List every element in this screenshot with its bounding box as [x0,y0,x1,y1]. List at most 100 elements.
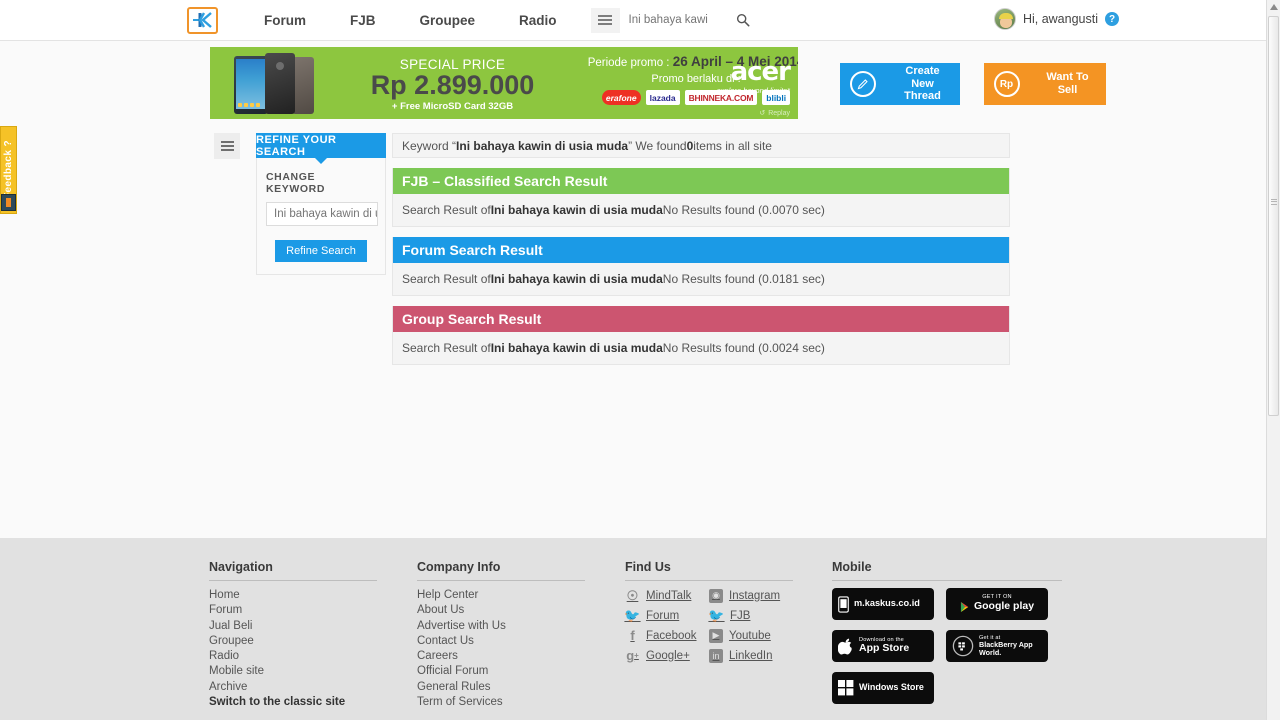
mindtalk-icon: ☉ [626,587,639,603]
group-section-title: Group Search Result [393,306,1009,332]
brand-erafone: erafone [601,90,641,105]
social-link-twitter-forum[interactable]: 🐦 Forum [624,607,709,623]
feedback-tab-label: Feedback ? [3,140,14,200]
social-label-instagram: Instagram [729,589,781,602]
footer-findus-title: Find Us [625,560,671,574]
kaskus-logo[interactable] [187,6,218,34]
taskbar-icon[interactable] [1,194,16,211]
want-to-sell-button[interactable]: Rp Want To Sell [984,63,1106,105]
nav-item-forum[interactable]: Forum [242,13,328,28]
refine-search-button[interactable]: Refine Search [275,240,367,262]
keyword-summary-bar: Keyword “Ini bahaya kawin di usia muda” … [392,133,1010,158]
user-greeting: Hi, awangusti [1022,12,1098,26]
social-link-instagram[interactable]: ◉ Instagram [709,588,793,603]
apple-icon [838,637,854,655]
acer-promo-banner[interactable]: SPECIAL PRICE Rp 2.899.000 + Free MicroS… [210,47,798,119]
social-label-linkedin: LinkedIn [729,649,773,662]
change-keyword-input[interactable] [266,202,378,226]
youtube-icon: ▶ [709,628,723,643]
footer-link-archive[interactable]: Archive [209,680,377,695]
forum-section-title: Forum Search Result [393,237,1009,263]
blackberry-label: BlackBerry App World. [979,640,1033,657]
divider [417,580,585,581]
social-link-twitter-fjb[interactable]: 🐦 FJB [708,607,793,623]
mobile-site-badge[interactable]: m.kaskus.co.id [832,588,934,620]
footer-link-advertise[interactable]: Advertise with Us [417,619,585,634]
windows-store-label: Windows Store [859,682,924,693]
forum-body-suffix: No Results found (0.0181 sec) [662,272,825,286]
footer-link-official-forum[interactable]: Official Forum [417,664,585,679]
keyword-prefix: Keyword “ [402,138,457,153]
banner-replay-button[interactable]: ↺ Replay [717,109,790,118]
app-store-badge[interactable]: Download on the App Store [832,630,934,662]
footer-mobile-column: Mobile m.kaskus.co.id GET IT ON Google p… [832,560,1062,704]
fjb-section-body: Search Result of Ini bahaya kawin di usi… [393,194,1009,226]
twitter-icon: 🐦 [708,607,725,623]
group-result-section: Group Search Result Search Result of Ini… [392,306,1010,365]
forum-body-prefix: Search Result of [402,272,491,286]
footer-link-help-center[interactable]: Help Center [417,588,585,603]
footer-link-jual-beli[interactable]: Jual Beli [209,619,377,634]
keyword-suffix: items in all site [693,138,772,153]
nav-item-fjb[interactable]: FJB [328,13,398,28]
replay-label: Replay [768,109,790,117]
google-play-label: Google play [973,600,1035,613]
divider [625,580,793,581]
instagram-icon: ◉ [709,588,723,603]
nav-item-groupee[interactable]: Groupee [398,13,498,28]
footer-link-classic-site[interactable]: Switch to the classic site [209,695,377,710]
social-link-linkedin[interactable]: in LinkedIn [709,648,793,663]
google-play-icon [960,601,969,612]
social-link-youtube[interactable]: ▶ Youtube [709,628,793,643]
footer-link-forum[interactable]: Forum [209,603,377,618]
mobile-phone-icon [838,595,849,613]
social-label-youtube: Youtube [729,629,771,642]
acer-logo-block: acer explore beyond limits* ↺ Replay [717,59,791,118]
windows-store-badge[interactable]: Windows Store [832,672,934,704]
fjb-body-keyword: Ini bahaya kawin di usia muda [490,203,663,217]
social-label-facebook: Facebook [646,629,697,642]
keyword-middle: ” We found [628,138,687,153]
google-play-badge[interactable]: GET IT ON Google play [946,588,1048,620]
group-body-prefix: Search Result of [402,341,491,355]
mobile-site-label: m.kaskus.co.id [854,598,920,609]
group-section-body: Search Result of Ini bahaya kawin di usi… [393,332,1009,364]
search-input[interactable] [619,7,731,33]
category-menu-icon[interactable] [590,7,620,33]
twitter-icon: 🐦 [624,607,641,623]
create-new-thread-label: Create New Thread [885,63,960,105]
help-icon[interactable]: ? [1105,12,1119,26]
nav-item-radio[interactable]: Radio [497,13,579,28]
social-label-fjb: FJB [730,609,751,622]
avatar [993,8,1016,30]
pencil-icon [840,63,885,105]
footer-navigation-title: Navigation [209,560,273,574]
sidebar-toggle-icon[interactable] [214,133,240,159]
social-link-googleplus[interactable]: g + Google+ [625,648,709,663]
rupiah-icon: Rp [984,63,1029,105]
social-link-facebook[interactable]: f Facebook [625,628,709,643]
blackberry-badge[interactable]: Get it at BlackBerry App World. [946,630,1048,662]
create-new-thread-button[interactable]: Create New Thread [840,63,960,105]
footer-link-contact-us[interactable]: Contact Us [417,634,585,649]
footer-link-about-us[interactable]: About Us [417,603,585,618]
footer-company-column: Company Info Help Center About Us Advert… [417,560,585,710]
footer-link-mobile-site[interactable]: Mobile site [209,664,377,679]
forum-section-body: Search Result of Ini bahaya kawin di usi… [393,263,1009,295]
user-menu[interactable]: Hi, awangusti ? [993,8,1119,30]
divider [832,580,1062,581]
footer-link-home[interactable]: Home [209,588,377,603]
scroll-up-arrow-icon[interactable] [1267,0,1280,14]
footer-link-careers[interactable]: Careers [417,649,585,664]
scrollbar-thumb[interactable] [1268,16,1279,416]
footer-link-term-of-services[interactable]: Term of Services [417,695,585,710]
forum-body-keyword: Ini bahaya kawin di usia muda [490,272,663,286]
refine-search-panel: REFINE YOUR SEARCH CHANGE KEYWORD Refine… [256,133,386,275]
footer-link-groupee[interactable]: Groupee [209,634,377,649]
windows-icon [838,680,854,696]
social-link-mindtalk[interactable]: ☉ MindTalk [625,588,709,603]
search-icon[interactable] [730,7,755,33]
page-scrollbar[interactable] [1266,0,1280,720]
footer-link-general-rules[interactable]: General Rules [417,680,585,695]
footer-link-radio[interactable]: Radio [209,649,377,664]
